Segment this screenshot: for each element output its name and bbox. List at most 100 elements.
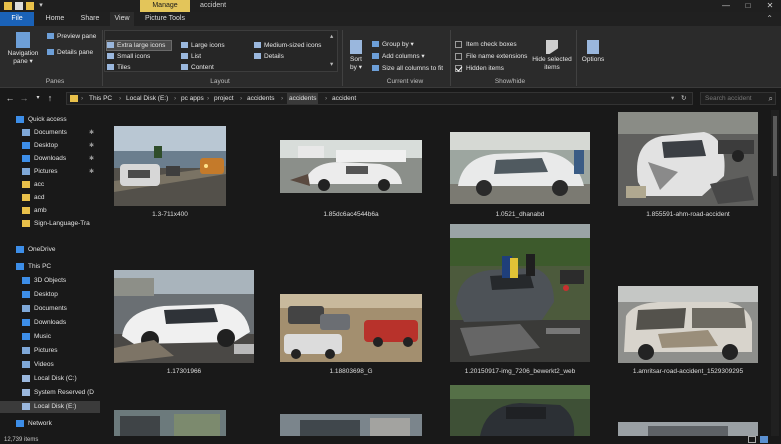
details-view-icon[interactable] [748,436,756,443]
nav-item[interactable]: System Reserved (D [0,387,100,399]
layout-scroll-up-icon[interactable]: ▴ [330,32,333,41]
hidden-items-checkbox[interactable] [455,64,462,72]
recent-locations-chevron-icon[interactable]: ▾ [32,91,44,105]
file-name[interactable]: 1.17301966 [114,368,254,375]
file-thumbnail[interactable] [618,112,758,206]
breadcrumb-pc-apps[interactable]: pc apps [181,93,204,104]
breadcrumb-accidents-current[interactable]: accidents [287,93,319,104]
file-name[interactable]: 1.855591-ahm-road-accident [618,211,758,218]
back-arrow-icon[interactable]: ← [4,91,16,105]
file-thumbnail[interactable] [450,224,590,362]
hidden-items-toggle[interactable]: Hidden items [455,64,504,73]
maximize-button[interactable]: □ [737,0,759,12]
file-name-extensions-checkbox[interactable] [455,52,462,60]
properties-icon[interactable] [15,2,23,10]
up-arrow-icon[interactable]: ↑ [44,91,56,105]
layout-large-icons[interactable]: Large icons [181,41,225,50]
layout-medium-icons[interactable]: Medium-sized icons [254,41,321,50]
breadcrumb-separator-icon[interactable]: › [119,93,121,104]
search-box[interactable]: ⌕ [700,92,776,105]
vertical-scrollbar[interactable] [771,110,779,436]
address-bar[interactable]: › This PC › Local Disk (E:) › pc apps › … [66,92,693,105]
scrollbar-thumb[interactable] [773,116,777,176]
nav-item[interactable]: Documents ✱ [0,127,100,139]
file-thumbnail[interactable] [618,286,758,363]
search-input[interactable] [701,93,765,104]
navigation-pane-button[interactable]: Navigation pane ▾ [4,32,42,66]
nav-item[interactable]: amb [0,205,100,217]
refresh-icon[interactable]: ↻ [681,93,686,104]
tab-view[interactable]: View [110,12,134,26]
breadcrumb-separator-icon[interactable]: › [81,93,83,104]
details-pane-button[interactable]: Details pane [47,48,93,57]
nav-item[interactable]: acc [0,179,100,191]
breadcrumb-project[interactable]: project [214,93,234,104]
tab-picture-tools[interactable]: Picture Tools [140,12,190,26]
tab-home[interactable]: Home [40,12,70,26]
nav-item[interactable]: Videos [0,359,100,371]
nav-item[interactable]: Desktop [0,289,100,301]
layout-tiles[interactable]: Tiles [107,63,130,72]
nav-item[interactable]: This PC [0,261,100,273]
layout-details[interactable]: Details [254,52,284,61]
layout-small-icons[interactable]: Small icons [107,52,150,61]
item-check-boxes-checkbox[interactable] [455,40,462,48]
minimize-button[interactable]: — [715,0,737,12]
tab-share[interactable]: Share [75,12,105,26]
size-columns-button[interactable]: Size all columns to fit [372,64,443,73]
nav-item[interactable]: Local Disk (C:) [0,373,100,385]
nav-item[interactable]: Pictures ✱ [0,166,100,178]
file-name[interactable]: 1.18803698_G [280,368,422,375]
file-thumbnail[interactable] [280,414,422,436]
file-thumbnail[interactable] [618,422,758,436]
file-name[interactable]: 1.3-711x400 [114,211,226,218]
breadcrumb-separator-icon[interactable]: › [174,93,176,104]
breadcrumb-separator-icon[interactable]: › [240,93,242,104]
file-name[interactable]: 1.85dc6ac4544b6a [280,211,422,218]
add-columns-button[interactable]: Add columns ▾ [372,52,425,61]
breadcrumb-local-disk-e[interactable]: Local Disk (E:) [126,93,168,104]
nav-item[interactable]: Quick access [0,114,100,126]
group-by-button[interactable]: Group by ▾ [372,40,414,49]
file-name[interactable]: 1.0521_dhanabd [450,211,590,218]
nav-item[interactable]: Sign-Language-Tra [0,218,100,230]
layout-list[interactable]: List [181,52,201,61]
layout-expand-icon[interactable]: ▾ [330,60,333,69]
breadcrumb-separator-icon[interactable]: › [207,93,209,104]
file-name[interactable]: 1.20150917-img_7206_bewerkt2_web [450,368,590,375]
item-check-boxes-toggle[interactable]: Item check boxes [455,40,517,49]
file-name[interactable]: 1.amritsar-road-accident_1529309295 [618,368,758,375]
breadcrumb-separator-icon[interactable]: › [325,93,327,104]
file-thumbnail[interactable] [450,132,590,204]
file-thumbnail[interactable] [280,140,422,193]
sort-by-button[interactable]: Sort by ▾ [346,40,366,72]
file-thumbnail[interactable] [114,270,254,363]
file-thumbnail[interactable] [450,385,590,436]
nav-item[interactable]: Network [0,418,100,430]
preview-pane-button[interactable]: Preview pane [47,32,96,41]
nav-item[interactable]: OneDrive [0,244,100,256]
breadcrumb-accident[interactable]: accident [332,93,356,104]
forward-arrow-icon[interactable]: → [18,91,30,105]
nav-item[interactable]: Desktop ✱ [0,140,100,152]
breadcrumb-accidents[interactable]: accidents [247,93,274,104]
options-button[interactable]: Options [580,40,606,64]
nav-item[interactable]: Music [0,331,100,343]
search-icon[interactable]: ⌕ [769,94,773,104]
file-thumbnail[interactable] [114,410,226,436]
close-button[interactable]: ✕ [759,0,781,12]
nav-item[interactable]: Documents [0,303,100,315]
tab-file[interactable]: File [0,12,34,26]
nav-item[interactable]: acd [0,192,100,204]
layout-content[interactable]: Content [181,63,214,72]
context-tab-manage[interactable]: Manage [140,0,190,12]
new-folder-icon[interactable] [26,2,34,10]
quick-access-toolbar-chevron-icon[interactable]: ▾ [37,2,45,10]
file-thumbnail[interactable] [114,126,226,206]
nav-item[interactable]: Downloads [0,317,100,329]
layout-extra-large-icons[interactable]: Extra large icons [106,40,172,51]
nav-item[interactable]: Downloads ✱ [0,153,100,165]
address-dropdown-icon[interactable]: ▾ [671,93,674,104]
hide-selected-items-button[interactable]: Hide selected items [530,40,574,72]
breadcrumb-separator-icon[interactable]: › [281,93,283,104]
